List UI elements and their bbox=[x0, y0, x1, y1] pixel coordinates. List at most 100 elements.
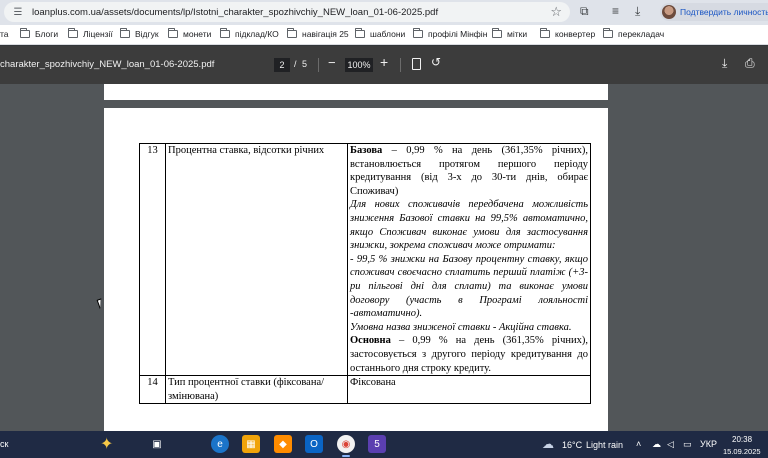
folder-icon bbox=[220, 28, 230, 38]
row-name: Процентна ставка, відсотки річних bbox=[165, 142, 348, 377]
bookmark-folder[interactable]: Відгук bbox=[120, 28, 159, 39]
table-row: 13 Процентна ставка, відсотки річних Баз… bbox=[139, 142, 591, 377]
bookmark-label: монети bbox=[183, 29, 212, 39]
bookmark-folder[interactable]: мітки bbox=[492, 28, 528, 39]
bookmark-folder[interactable]: конвертер bbox=[540, 28, 596, 39]
weather-description[interactable]: Light rain bbox=[586, 440, 623, 450]
chrome-icon[interactable]: ◉ bbox=[337, 435, 355, 453]
bookmark-label: Ліцензії bbox=[83, 29, 113, 39]
taskbar-search[interactable]: ск bbox=[0, 439, 8, 449]
bookmark-star-icon[interactable]: ☆ bbox=[550, 4, 562, 20]
bookmark-folder[interactable]: шаблони bbox=[355, 28, 406, 39]
profile-label: Подтвердить личность bbox=[680, 7, 768, 17]
pdf-page: 13 Процентна ставка, відсотки річних Баз… bbox=[104, 108, 608, 431]
profile-button[interactable]: Подтвердить личность bbox=[660, 3, 768, 21]
outlook-icon[interactable]: O bbox=[305, 435, 323, 453]
pdf-file-title: charakter_spozhivchiy_NEW_loan_01-06-202… bbox=[0, 59, 215, 70]
vpn-icon[interactable]: ◆ bbox=[274, 435, 292, 453]
edge-icon[interactable]: e bbox=[211, 435, 229, 453]
avatar bbox=[662, 5, 676, 19]
row-value: Фіксована bbox=[347, 375, 591, 405]
discount-item: - 99,5 % знижки на Базову процентну став… bbox=[350, 253, 588, 320]
language-indicator[interactable]: УКР bbox=[700, 439, 717, 449]
viber-icon[interactable]: 5 bbox=[368, 435, 386, 453]
bookmark-folder[interactable]: монети bbox=[168, 28, 212, 39]
bookmark-label: мітки bbox=[507, 29, 528, 39]
print-icon[interactable]: ⎙ bbox=[745, 56, 755, 71]
folder-icon bbox=[168, 28, 178, 38]
url-text[interactable]: loanplus.com.ua/assets/documents/lp/Isto… bbox=[32, 7, 438, 18]
bookmark-folder[interactable]: профілі Мінфін bbox=[413, 28, 488, 39]
taskbar: ск ✦ ▣ e ▦ ◆ O ◉ 5 ☁ 16°C Light rain ˄ ☁… bbox=[0, 431, 768, 458]
bookmark-label: Блоги bbox=[35, 29, 59, 39]
extensions-icon[interactable]: ⧉ bbox=[580, 4, 589, 19]
bookmarks-bar: та Блоги Ліцензії Відгук монети підклад/… bbox=[0, 25, 768, 45]
pdf-toolbar: charakter_spozhivchiy_NEW_loan_01-06-202… bbox=[0, 46, 768, 84]
row-number: 14 bbox=[139, 375, 166, 405]
tray-chevron-icon[interactable]: ˄ bbox=[636, 439, 641, 449]
speaker-icon[interactable]: ◁ bbox=[667, 439, 674, 450]
copilot-sparkle-icon[interactable]: ✦ bbox=[100, 434, 113, 454]
folder-icon bbox=[540, 28, 550, 38]
folder-icon bbox=[355, 28, 365, 38]
zoom-in-icon[interactable]: + bbox=[380, 54, 388, 70]
weather-rain-icon[interactable]: ☁ bbox=[542, 437, 554, 451]
reading-list-icon[interactable]: ≡ bbox=[612, 4, 619, 18]
folder-icon bbox=[492, 28, 502, 38]
conditional-rate-name: Умовна назва зниженої ставки - Акційна с… bbox=[350, 321, 572, 333]
bookmark-label: перекладач bbox=[618, 29, 665, 39]
bookmark-folder[interactable]: Ліцензії bbox=[68, 28, 113, 39]
zoom-level-input[interactable]: 100% bbox=[345, 58, 373, 72]
bookmark-label: шаблони bbox=[370, 29, 406, 39]
clock-time[interactable]: 20:38 bbox=[732, 435, 752, 444]
downloads-icon[interactable]: ⤓ bbox=[635, 4, 640, 19]
clock-date[interactable]: 15.09.2025 bbox=[723, 447, 761, 456]
row-number: 13 bbox=[139, 142, 166, 377]
weather-temperature[interactable]: 16°C bbox=[562, 440, 582, 450]
toolbar-divider bbox=[318, 58, 319, 72]
page-separator: / bbox=[294, 59, 297, 69]
folder-icon bbox=[287, 28, 297, 38]
bookmark-label: профілі Мінфін bbox=[428, 29, 488, 39]
terms-table: 13 Процентна ставка, відсотки річних Баз… bbox=[139, 142, 591, 405]
folder-icon bbox=[413, 28, 423, 38]
base-rate-paragraph: Базова – 0,99 % на день (361,35% річних)… bbox=[350, 144, 588, 198]
main-rate-label: Основна bbox=[350, 335, 391, 347]
url-box[interactable]: ☰ loanplus.com.ua/assets/documents/lp/Is… bbox=[4, 2, 570, 22]
bookmark-folder[interactable]: перекладач bbox=[603, 28, 665, 39]
bookmark-label: конвертер bbox=[555, 29, 596, 39]
download-icon[interactable]: ⤓ bbox=[722, 56, 727, 71]
bookmark-label: навігація 25 bbox=[302, 29, 349, 39]
page-number-input[interactable]: 2 bbox=[274, 58, 290, 72]
bookmark-folder[interactable]: навігація 25 bbox=[287, 28, 349, 39]
store-icon[interactable]: ▦ bbox=[242, 435, 260, 453]
row-value: Базова – 0,99 % на день (361,35% річних)… bbox=[347, 142, 591, 377]
task-view-icon[interactable]: ▣ bbox=[148, 435, 166, 453]
base-rate-label: Базова bbox=[350, 145, 383, 156]
rotate-icon[interactable]: ↺ bbox=[431, 55, 441, 69]
bookmark-item[interactable]: та bbox=[0, 29, 9, 39]
browser-address-bar: ☰ loanplus.com.ua/assets/documents/lp/Is… bbox=[0, 0, 768, 25]
base-rate-text: – 0,99 % на день (361,35% річних), встан… bbox=[350, 145, 588, 197]
active-app-indicator bbox=[342, 455, 350, 457]
folder-icon bbox=[120, 28, 130, 38]
main-rate-paragraph: Основна – 0,99 % на день (361,35% річних… bbox=[350, 334, 588, 375]
bookmark-label: Відгук bbox=[135, 29, 159, 39]
fit-to-page-icon[interactable] bbox=[412, 58, 421, 70]
bookmark-label: та bbox=[0, 29, 9, 39]
battery-icon[interactable]: ▭ bbox=[683, 439, 692, 450]
zoom-out-icon[interactable]: − bbox=[328, 55, 336, 70]
pdf-viewer[interactable]: 13 Процентна ставка, відсотки річних Баз… bbox=[0, 84, 768, 431]
folder-icon bbox=[603, 28, 613, 38]
page-total: 5 bbox=[302, 59, 308, 69]
table-row: 14 Тип процентної ставки (фіксована/змін… bbox=[139, 375, 591, 405]
bookmark-folder[interactable]: підклад/КО bbox=[220, 28, 279, 39]
discount-intro: Для нових споживачів передбачена можливі… bbox=[350, 199, 588, 252]
bookmark-label: підклад/КО bbox=[235, 29, 279, 39]
row-name: Тип процентної ставки (фіксована/змінюва… bbox=[165, 375, 348, 405]
cloud-icon[interactable]: ☁ bbox=[652, 439, 661, 450]
toolbar-divider bbox=[400, 58, 401, 72]
folder-icon bbox=[68, 28, 78, 38]
bookmark-folder[interactable]: Блоги bbox=[20, 28, 59, 39]
site-info-icon[interactable]: ☰ bbox=[11, 5, 25, 19]
